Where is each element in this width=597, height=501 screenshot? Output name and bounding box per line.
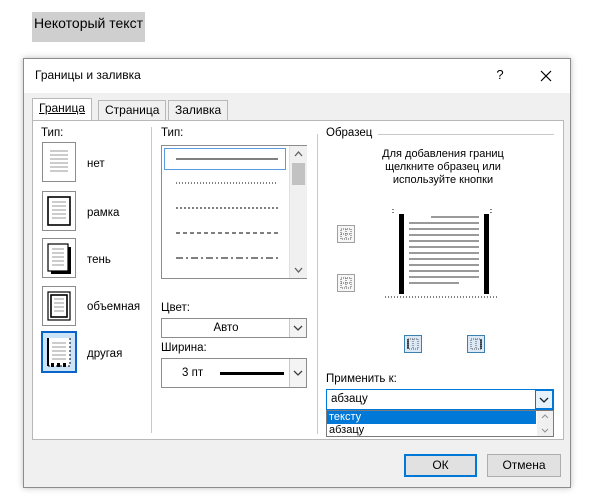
color-label: Цвет: xyxy=(161,302,190,314)
tab-border[interactable]: Граница xyxy=(32,98,93,122)
shadow-border-icon xyxy=(47,243,71,274)
box-border-icon xyxy=(47,196,71,226)
column-divider xyxy=(151,127,152,433)
setting-shadow-label[interactable]: тень xyxy=(87,254,111,266)
apply-to-value: абзацу xyxy=(331,393,368,405)
top-border-button[interactable] xyxy=(337,225,355,243)
apply-to-dropdown-button[interactable] xyxy=(535,390,553,409)
close-icon xyxy=(540,70,552,82)
tab-page-border[interactable]: Страница xyxy=(98,100,167,121)
preview-sample[interactable] xyxy=(381,209,503,301)
chevron-down-icon xyxy=(293,370,303,376)
apply-to-options[interactable]: тексту абзацу xyxy=(326,410,554,437)
dialog-titlebar: Границы и заливка ? xyxy=(24,59,570,93)
chevron-down-icon xyxy=(539,397,549,403)
preview-instructions: Для добавления границ щелкните образец и… xyxy=(333,148,553,187)
tab-border-label: Граница xyxy=(39,101,86,115)
line-style-samples[interactable] xyxy=(162,146,290,278)
preview-group-left-edge xyxy=(317,134,318,434)
scroll-up-icon[interactable] xyxy=(541,414,549,419)
scroll-up-icon[interactable] xyxy=(294,151,303,157)
line-style-list[interactable] xyxy=(161,145,307,279)
border-left-icon xyxy=(407,338,419,350)
width-dropdown[interactable]: 3 пт xyxy=(161,358,307,388)
preview-instruction-line-3: используйте кнопки xyxy=(392,174,494,186)
border-right-icon xyxy=(470,338,482,350)
apply-to-option-paragraph[interactable]: абзацу xyxy=(327,424,536,437)
tab-page-border-label: Страница xyxy=(105,103,160,117)
line-style-scrollbar[interactable] xyxy=(289,146,307,278)
color-dropdown-button[interactable] xyxy=(289,319,306,337)
setting-box-icon[interactable] xyxy=(42,191,76,231)
tab-shading[interactable]: Заливка xyxy=(168,100,229,121)
scroll-down-icon[interactable] xyxy=(541,428,549,433)
apply-to-label: Применить к: xyxy=(326,373,397,385)
cancel-button[interactable]: Отмена xyxy=(487,454,561,477)
width-value: 3 пт xyxy=(182,367,204,379)
left-border-button[interactable] xyxy=(404,335,422,353)
page-lines-icon xyxy=(50,150,68,172)
style-heading: Тип: xyxy=(161,127,184,139)
scroll-thumb[interactable] xyxy=(292,163,305,185)
setting-3d-icon[interactable] xyxy=(42,286,76,326)
preview-instruction-line-2: щелкните образец или xyxy=(385,161,501,173)
width-label: Ширина: xyxy=(161,342,207,354)
borders-and-shading-dialog: Границы и заливка ? Граница Страница Зал… xyxy=(23,58,571,488)
setting-none-icon[interactable] xyxy=(42,142,76,182)
width-sample-line xyxy=(220,372,284,375)
setting-3d-label[interactable]: объемная xyxy=(87,301,140,313)
help-button[interactable]: ? xyxy=(492,67,508,85)
preview-heading: Образец xyxy=(326,127,373,139)
apply-to-option-text[interactable]: тексту xyxy=(327,411,536,424)
tab-panel: Тип: нет рамка тень объемная другая Тип:… xyxy=(32,120,564,440)
setting-heading: Тип: xyxy=(41,127,64,139)
preview-instruction-line-1: Для добавления границ xyxy=(382,148,504,160)
apply-to-options-scrollbar[interactable] xyxy=(537,411,553,436)
color-dropdown[interactable]: Авто xyxy=(161,318,307,338)
border-bottom-icon xyxy=(340,277,352,289)
close-button[interactable] xyxy=(532,66,560,86)
ok-button[interactable]: ОК xyxy=(404,454,477,477)
custom-border-icon xyxy=(47,338,71,367)
width-dropdown-button[interactable] xyxy=(289,359,306,387)
tab-shading-label: Заливка xyxy=(175,103,222,117)
color-value: Авто xyxy=(213,322,239,334)
apply-to-dropdown[interactable]: абзацу xyxy=(326,389,554,410)
dialog-title: Границы и заливка xyxy=(35,68,141,82)
setting-none-label[interactable]: нет xyxy=(87,158,105,170)
setting-shadow-icon[interactable] xyxy=(42,238,76,278)
document-text[interactable]: Некоторый текст xyxy=(32,12,145,42)
setting-custom-icon[interactable] xyxy=(42,332,76,372)
right-border-button[interactable] xyxy=(467,335,485,353)
border-top-icon xyxy=(340,228,352,240)
scroll-down-icon[interactable] xyxy=(294,267,303,273)
bottom-border-button[interactable] xyxy=(337,274,355,292)
three-d-border-icon xyxy=(47,291,71,321)
chevron-down-icon xyxy=(293,325,303,331)
setting-custom-label[interactable]: другая xyxy=(87,348,122,360)
setting-box-label[interactable]: рамка xyxy=(87,207,119,219)
preview-heading-rule xyxy=(378,134,554,135)
preview-page-icon xyxy=(385,209,499,298)
